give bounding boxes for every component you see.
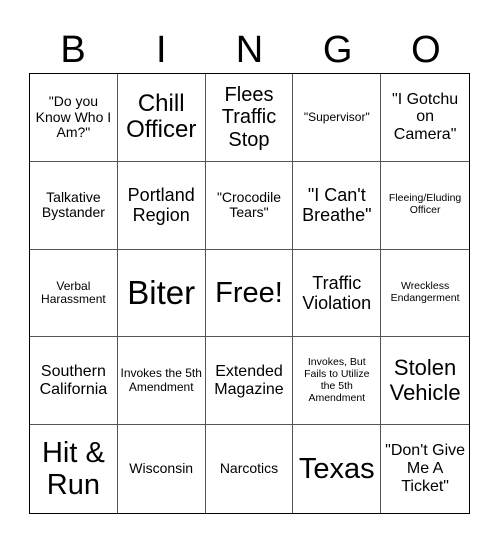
bingo-cell[interactable]: Southern California bbox=[30, 337, 118, 426]
bingo-cell[interactable]: "Don't Give Me A Ticket" bbox=[381, 425, 469, 513]
bingo-cell[interactable]: "Supervisor" bbox=[293, 74, 382, 162]
bingo-cell[interactable]: Flees Traffic Stop bbox=[205, 74, 294, 162]
header-letter-b: B bbox=[60, 29, 86, 71]
header-letter-g: G bbox=[322, 29, 353, 71]
bingo-cell[interactable]: Biter bbox=[117, 249, 206, 338]
bingo-cell[interactable]: Invokes the 5th Amendment bbox=[117, 337, 206, 426]
bingo-cell[interactable]: Chill Officer bbox=[117, 74, 206, 162]
header-letter-n: N bbox=[235, 29, 264, 71]
bingo-cell[interactable]: Narcotics bbox=[206, 425, 294, 513]
bingo-cell[interactable]: "I Can't Breathe" bbox=[293, 161, 382, 250]
bingo-cell[interactable]: Invokes, But Fails to Utilize the 5th Am… bbox=[293, 337, 382, 426]
bingo-board: "Do you Know Who I Am?" Chill Officer Fl… bbox=[29, 73, 470, 514]
bingo-cell[interactable]: Traffic Violation bbox=[293, 249, 382, 338]
bingo-cell[interactable]: Fleeing/Eluding Officer bbox=[381, 162, 469, 250]
header-letter-o: O bbox=[411, 29, 441, 71]
header-letter-i: I bbox=[156, 29, 167, 71]
free-space-cell[interactable]: Free! bbox=[205, 249, 294, 338]
bingo-cell[interactable]: Portland Region bbox=[117, 161, 206, 250]
bingo-cell[interactable]: Talkative Bystander bbox=[30, 161, 118, 250]
bingo-cell[interactable]: "Crocodile Tears" bbox=[205, 161, 294, 250]
bingo-cell[interactable]: "Do you Know Who I Am?" bbox=[30, 74, 118, 162]
bingo-cell[interactable]: Hit & Run bbox=[30, 425, 118, 513]
bingo-cell[interactable]: "I Gotchu on Camera" bbox=[381, 74, 469, 162]
bingo-cell[interactable]: Verbal Harassment bbox=[30, 249, 118, 338]
bingo-header: B I N G O bbox=[29, 28, 470, 73]
bingo-cell[interactable]: Texas bbox=[293, 425, 382, 513]
bingo-cell[interactable]: Wisconsin bbox=[118, 425, 206, 513]
bingo-cell[interactable]: Extended Magazine bbox=[205, 337, 294, 426]
bingo-cell[interactable]: Stolen Vehicle bbox=[381, 337, 469, 426]
bingo-cell[interactable]: Wreckless Endangerment bbox=[381, 250, 469, 338]
